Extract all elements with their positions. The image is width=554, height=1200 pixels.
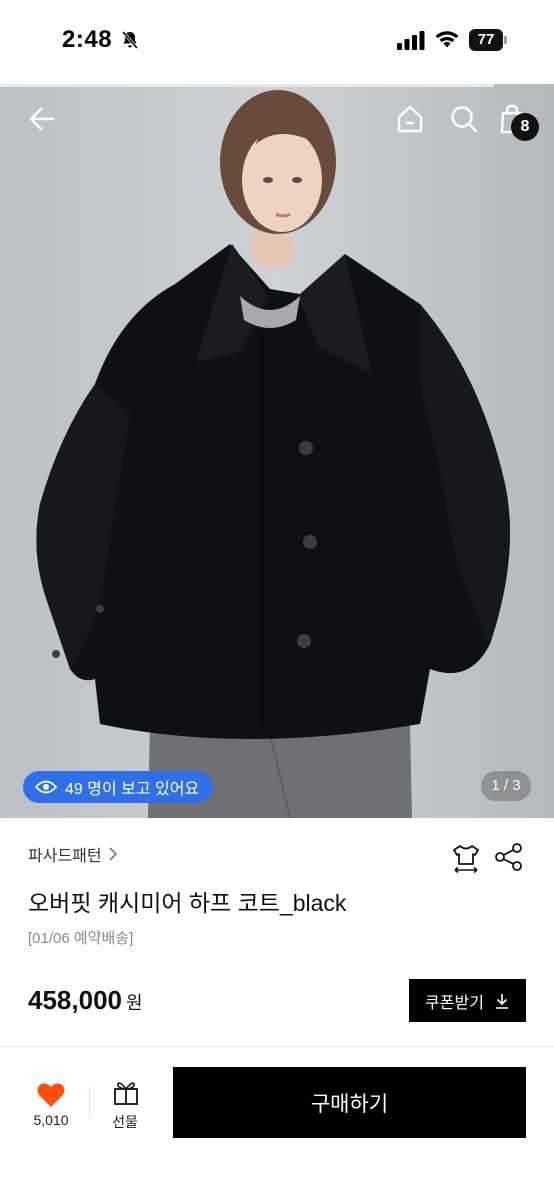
image-progress-track [0, 84, 494, 87]
home-button[interactable] [392, 101, 428, 137]
coupon-button[interactable]: 쿠폰받기 [409, 979, 526, 1022]
price-currency: 원 [125, 993, 143, 1013]
brand-link[interactable]: 파사드패턴 [28, 842, 118, 866]
product-title: 오버핏 캐시미어 하프 코트_black [28, 890, 347, 916]
gift-icon [114, 1082, 138, 1105]
download-icon [495, 993, 508, 1009]
price-value: 458,000 [28, 985, 122, 1015]
gift-button[interactable]: 선물 [100, 1078, 150, 1134]
cellular-signal-icon [397, 31, 425, 50]
status-bar: 2:48 77 [0, 0, 554, 82]
eye-icon [35, 780, 57, 794]
like-button[interactable]: 5,010 [22, 1078, 80, 1134]
buy-label: 구매하기 [310, 1092, 389, 1116]
coupon-label: 쿠폰받기 [425, 994, 484, 1012]
back-button[interactable] [24, 101, 60, 137]
section-divider [0, 1046, 554, 1047]
back-arrow-icon [29, 107, 55, 131]
brand-name: 파사드패턴 [28, 848, 102, 865]
status-time: 2:48 [62, 26, 113, 53]
battery-tip [504, 36, 507, 44]
cart-count-badge: 8 [511, 113, 539, 141]
product-image[interactable] [0, 84, 554, 818]
battery-level: 77 [469, 29, 503, 51]
image-page-indicator: 1 / 3 [481, 771, 531, 801]
wifi-icon [435, 31, 459, 48]
delivery-note: [01/06 예약배송] [28, 930, 134, 947]
battery-icon: 77 [469, 29, 507, 51]
bell-slash-icon [121, 31, 139, 49]
share-icon[interactable] [494, 842, 524, 872]
search-button[interactable] [446, 101, 482, 137]
product-photo [0, 84, 554, 818]
home-icon [397, 105, 423, 133]
viewers-text: 49 명이 보고 있어요 [65, 781, 200, 798]
like-count: 5,010 [33, 1112, 69, 1128]
gift-label: 선물 [112, 1114, 138, 1130]
bottom-bar-separator [89, 1087, 90, 1117]
heart-icon [37, 1083, 65, 1107]
buy-button[interactable]: 구매하기 [173, 1067, 526, 1138]
search-icon [451, 106, 478, 133]
chevron-right-icon [109, 847, 117, 861]
size-guide-icon[interactable] [450, 842, 482, 874]
viewers-badge: 49 명이 보고 있어요 [23, 771, 214, 803]
price: 458,000 원 [28, 985, 143, 1016]
